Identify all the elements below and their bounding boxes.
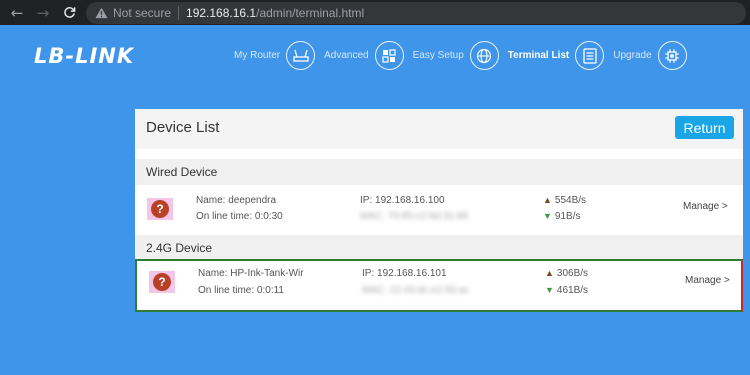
download-value: 91B/s (554, 211, 581, 222)
device-row: ? Name: HP-Ink-Tank-Wir On line time: 0:… (135, 259, 743, 312)
device-online-time: On line time: 0:0:11 (198, 285, 284, 296)
unknown-device-icon: ? (149, 271, 175, 293)
section-header-24g: 2.4G Device (135, 235, 743, 261)
url-path: /admin/terminal.html (256, 5, 365, 20)
unknown-device-icon: ? (147, 198, 173, 220)
device-ip: IP: 192.168.16.100 (360, 195, 445, 206)
brand-logo[interactable]: LB-LINK (34, 44, 134, 68)
nav-terminal-list[interactable]: Terminal List (508, 41, 605, 70)
nav-upgrade[interactable]: Upgrade (613, 41, 687, 70)
device-online-time: On line time: 0:0:30 (196, 211, 283, 222)
nav-label: Terminal List (507, 50, 570, 61)
chip-icon (657, 41, 687, 70)
divider (178, 5, 180, 20)
download-arrow-icon: ▼ (545, 285, 554, 295)
reload-icon[interactable] (58, 2, 80, 24)
manage-link[interactable]: Manage > (685, 275, 730, 286)
device-list-panel: Device List Return Wired Device ? Name: … (135, 109, 743, 312)
nav-label: Easy Setup (412, 50, 464, 61)
address-bar[interactable]: Not secure 192.168.16.1/admin/terminal.h… (86, 1, 746, 24)
upload-arrow-icon: ▲ (545, 268, 554, 278)
nav-label: Advanced (324, 50, 369, 61)
router-icon (286, 41, 316, 70)
back-icon[interactable]: ← (6, 2, 28, 24)
nav-easy-setup[interactable]: Easy Setup (413, 41, 499, 70)
nav-advanced[interactable]: Advanced (324, 41, 404, 70)
upload-rate: ▲ 306B/s (545, 268, 588, 279)
upload-value: 554B/s (554, 195, 587, 206)
nav-my-router[interactable]: My Router (234, 41, 316, 70)
warning-icon (94, 6, 108, 20)
upload-value: 306B/s (556, 268, 589, 279)
nav-label: Upgrade (613, 50, 652, 61)
upload-rate: ▲ 554B/s (543, 195, 586, 206)
download-arrow-icon: ▼ (543, 211, 552, 221)
manage-link[interactable]: Manage > (683, 201, 728, 212)
device-name: Name: HP-Ink-Tank-Wir (198, 268, 304, 279)
section-header-wired: Wired Device (135, 159, 743, 185)
advanced-icon (374, 41, 404, 70)
section-title: Wired Device (146, 165, 218, 179)
device-name: Name: deependra (196, 195, 277, 206)
nav-label: My Router (234, 50, 281, 61)
upload-arrow-icon: ▲ (543, 195, 552, 205)
top-navigation: My Router Advanced Easy Setup Terminal L… (234, 41, 696, 70)
device-ip: IP: 192.168.16.101 (362, 268, 447, 279)
security-status: Not secure (113, 5, 172, 20)
download-rate: ▼ 461B/s (545, 285, 588, 296)
url-host: 192.168.16.1 (186, 5, 257, 20)
forward-icon[interactable]: → (32, 2, 54, 24)
return-button[interactable]: Return (675, 116, 734, 139)
browser-toolbar: ← → Not secure 192.168.16.1/admin/termin… (0, 0, 750, 25)
panel-header: Device List Return (135, 109, 743, 149)
section-title: 2.4G Device (146, 241, 213, 255)
panel-title: Device List (146, 119, 220, 136)
device-mac: MAC: 22:43:dc:e2:93:ac (362, 285, 470, 296)
download-rate: ▼ 91B/s (543, 211, 581, 222)
list-icon (575, 41, 605, 70)
device-row: ? Name: deependra On line time: 0:0:30 I… (135, 185, 743, 229)
globe-icon (469, 41, 499, 70)
device-mac: MAC: 70:85:c2:6d:31:89 (360, 211, 468, 222)
download-value: 461B/s (556, 285, 589, 296)
